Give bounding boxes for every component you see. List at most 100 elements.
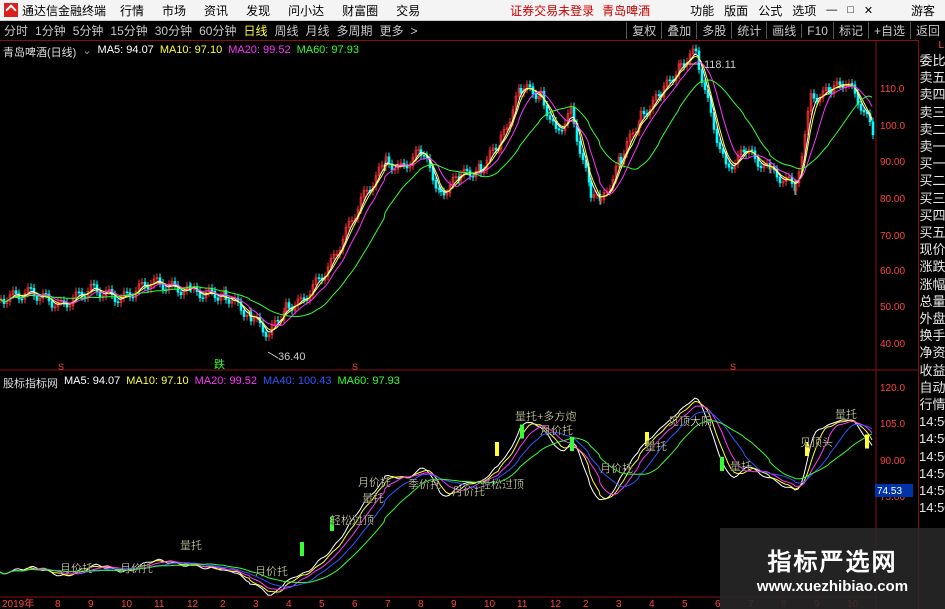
date-tick: 12 bbox=[550, 599, 562, 609]
period-1min[interactable]: 1分钟 bbox=[35, 22, 66, 39]
candle-body bbox=[35, 295, 39, 301]
period-15min[interactable]: 15分钟 bbox=[110, 22, 147, 39]
menu-wealth[interactable]: 财富圈 bbox=[342, 2, 378, 19]
signal-bar bbox=[720, 457, 724, 471]
candle-body bbox=[434, 179, 438, 189]
signal-annotation: 量托 bbox=[180, 538, 202, 552]
btn-adjust[interactable]: 复权 bbox=[626, 22, 661, 39]
side-panel-label: 卖二 bbox=[919, 121, 945, 137]
date-tick: 10 bbox=[121, 599, 133, 609]
side-panel-label[interactable]: 行情 bbox=[919, 396, 945, 413]
minimize-icon[interactable]: — bbox=[826, 4, 837, 16]
candle-body bbox=[179, 291, 183, 296]
menu-options[interactable]: 选项 bbox=[792, 2, 816, 19]
period-multi[interactable]: 多周期 bbox=[337, 22, 373, 39]
btn-add-favorite[interactable]: +自选 bbox=[867, 22, 910, 39]
menu-market[interactable]: 市场 bbox=[162, 2, 186, 19]
candle-body bbox=[589, 181, 593, 198]
candle-body bbox=[718, 142, 722, 150]
candle-body bbox=[14, 290, 18, 294]
side-panel-label: 涨幅 bbox=[919, 276, 945, 292]
side-panel-label: 14:50 bbox=[919, 431, 945, 447]
ma-line bbox=[0, 53, 873, 333]
side-panel-label: 换手 bbox=[919, 328, 945, 344]
candle-body bbox=[838, 81, 842, 86]
period-toolbar: 分时 1分钟 5分钟 15分钟 30分钟 60分钟 日线 周线 月线 多周期 更… bbox=[0, 21, 945, 41]
date-tick: 2 bbox=[220, 599, 226, 609]
period-60min[interactable]: 60分钟 bbox=[199, 22, 236, 39]
signal-bar bbox=[300, 542, 304, 556]
ma-line bbox=[0, 55, 873, 331]
s-mark: S bbox=[352, 362, 358, 372]
date-tick: 4 bbox=[649, 599, 655, 609]
btn-draw[interactable]: 画线 bbox=[766, 22, 801, 39]
ma-line bbox=[0, 79, 873, 318]
menu-discover[interactable]: 发现 bbox=[246, 2, 270, 19]
side-panel-label[interactable]: 自动 bbox=[919, 379, 945, 396]
candle-body bbox=[560, 129, 564, 132]
menu-function[interactable]: 功能 bbox=[690, 2, 714, 19]
side-panel-label: 买五 bbox=[919, 225, 945, 241]
candle-body bbox=[534, 93, 538, 99]
date-tick: 3 bbox=[253, 599, 259, 609]
watermark: 指标严选网 www.xuezhibiao.com bbox=[720, 528, 945, 609]
btn-overlay[interactable]: 叠加 bbox=[661, 22, 696, 39]
candle-body bbox=[465, 168, 469, 172]
ma-line bbox=[0, 61, 873, 327]
btn-mark[interactable]: 标记 bbox=[832, 22, 868, 39]
side-panel-label: 买三 bbox=[919, 190, 945, 206]
maximize-icon[interactable]: □ bbox=[847, 4, 854, 16]
side-panel-label: 14:50 bbox=[919, 465, 945, 481]
candle-body bbox=[494, 147, 498, 151]
s-mark: S bbox=[58, 362, 64, 372]
side-panel-label: 卖四 bbox=[919, 87, 945, 103]
quote-side-panel: L 委比 卖五 卖四 卖三 卖二 卖一 买一 买二 买三 买四 买五 现价 涨跌 涨幅 总量 外盘 换手 净资 收益自… bbox=[918, 40, 945, 609]
app-logo-icon bbox=[4, 3, 18, 17]
menu-market-quotes[interactable]: 行情 bbox=[120, 2, 144, 19]
btn-back[interactable]: 返回 bbox=[909, 22, 945, 39]
date-tick: 7 bbox=[385, 599, 391, 609]
signal-annotation: 见顶大阴 bbox=[668, 414, 712, 428]
y-tick: 105.0 bbox=[880, 419, 905, 430]
side-panel-label: 净资 bbox=[919, 345, 945, 361]
menu-ask[interactable]: 问小达 bbox=[288, 2, 324, 19]
ind-ma10-label: MA10: 97.10 bbox=[126, 375, 189, 387]
low-marker bbox=[267, 351, 279, 359]
ma5-label: MA5: 94.07 bbox=[97, 44, 154, 56]
period-more[interactable]: 更多 bbox=[380, 22, 404, 39]
menu-news[interactable]: 资讯 bbox=[204, 2, 228, 19]
menu-trade[interactable]: 交易 bbox=[396, 2, 420, 19]
candle-body bbox=[20, 298, 24, 301]
date-tick: 10 bbox=[484, 599, 496, 609]
chevron-down-icon[interactable]: ⌄ bbox=[82, 44, 91, 60]
close-icon[interactable]: ✕ bbox=[864, 4, 873, 17]
candle-body bbox=[871, 121, 875, 136]
guest-label[interactable]: 游客 bbox=[911, 2, 935, 19]
signal-annotation: 见顶头 bbox=[800, 436, 833, 449]
ma60-label: MA60: 97.93 bbox=[296, 44, 359, 56]
signal-annotation: 轻松过顶 bbox=[480, 477, 524, 491]
btn-multi-stock[interactable]: 多股 bbox=[696, 22, 731, 39]
menu-formula[interactable]: 公式 bbox=[758, 2, 782, 19]
candle-body bbox=[700, 69, 704, 83]
kline-chart[interactable]: 110.0 100.0 90.00 80.00 70.00 60.00 50.0… bbox=[0, 40, 918, 609]
period-daily[interactable]: 日线 bbox=[243, 22, 267, 39]
side-panel-label: 买二 bbox=[919, 173, 945, 189]
login-notice[interactable]: 证券交易未登录 bbox=[510, 2, 594, 19]
period-5min[interactable]: 5分钟 bbox=[73, 22, 104, 39]
chevron-right-icon[interactable]: > bbox=[411, 24, 418, 38]
signal-bar bbox=[570, 437, 574, 451]
current-stock: 青岛啤酒 bbox=[602, 3, 651, 18]
period-weekly[interactable]: 周线 bbox=[274, 22, 298, 39]
candle-body bbox=[703, 82, 707, 90]
side-panel-label: 14:50 bbox=[919, 500, 945, 516]
menu-layout[interactable]: 版面 bbox=[724, 2, 748, 19]
btn-stats[interactable]: 统计 bbox=[731, 22, 766, 39]
period-monthly[interactable]: 月线 bbox=[306, 22, 330, 39]
ind-ma60-label: MA60: 97.93 bbox=[337, 375, 400, 387]
btn-f10[interactable]: F10 bbox=[801, 23, 833, 38]
period-30min[interactable]: 30分钟 bbox=[155, 22, 192, 39]
period-intraday[interactable]: 分时 bbox=[4, 22, 28, 39]
candle-body bbox=[287, 302, 291, 309]
date-tick: 8 bbox=[418, 599, 424, 609]
